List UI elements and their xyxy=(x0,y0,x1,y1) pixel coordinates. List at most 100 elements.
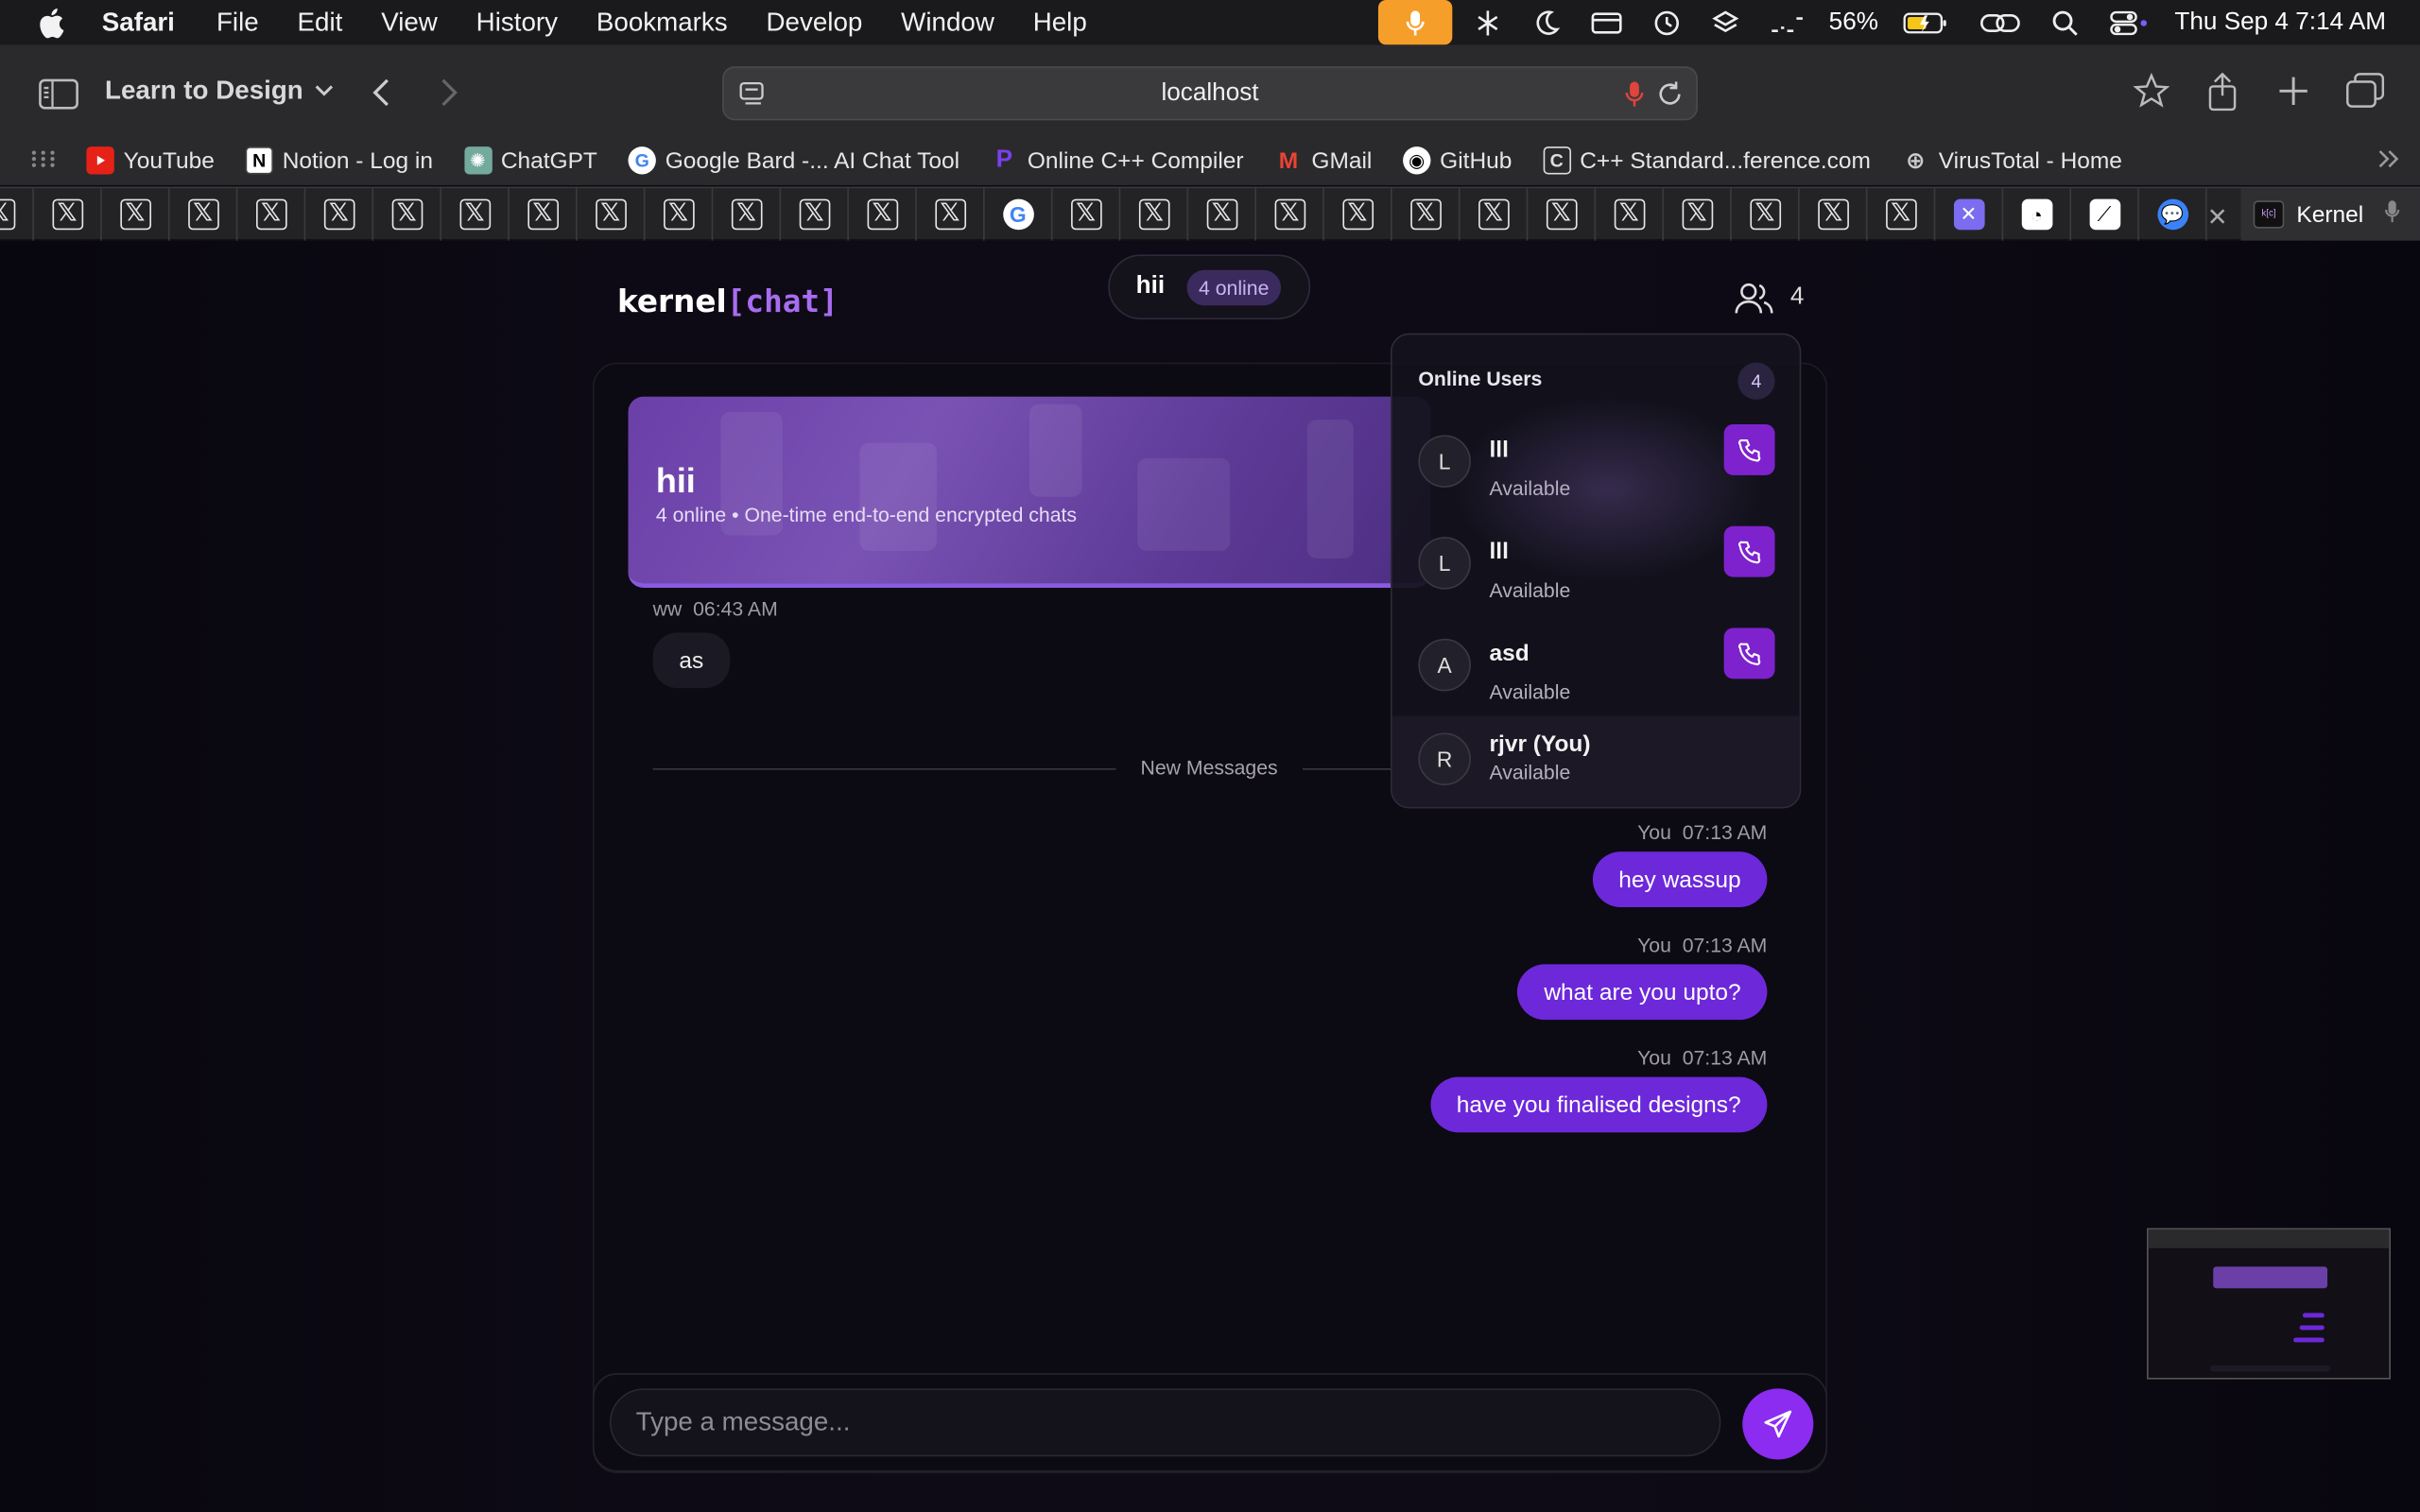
bookmark-cpp-compiler[interactable]: P Online C++ Compiler xyxy=(991,146,1244,174)
microphone-indicator-icon[interactable] xyxy=(1377,0,1453,45)
tab-x[interactable]: 𝕏 xyxy=(1392,188,1461,241)
tab-group-selector[interactable]: Learn to Design xyxy=(105,76,334,107)
bookmark-star-icon[interactable] xyxy=(2133,72,2170,121)
tab-x[interactable]: 𝕏 xyxy=(305,188,374,241)
night-shift-icon[interactable] xyxy=(1532,9,1561,36)
tab-x[interactable]: 𝕏 xyxy=(0,188,34,241)
tab-x[interactable]: 𝕏 xyxy=(373,188,441,241)
room-indicator[interactable]: hii 4 online xyxy=(1108,254,1311,319)
tab-x[interactable]: 𝕏 xyxy=(1460,188,1529,241)
menu-window[interactable]: Window xyxy=(901,7,994,38)
reload-icon[interactable] xyxy=(1656,80,1684,116)
share-icon[interactable] xyxy=(2204,72,2240,121)
user-row[interactable]: L lll Available xyxy=(1392,515,1800,610)
tab-x[interactable]: 𝕏 xyxy=(1596,188,1664,241)
tab-x[interactable]: 𝕏 xyxy=(1528,188,1597,241)
x-logo-icon: 𝕏 xyxy=(1749,198,1781,231)
tab-x[interactable]: 𝕏 xyxy=(1664,188,1732,241)
raycast-icon[interactable] xyxy=(1474,9,1501,36)
bookmark-notion[interactable]: N Notion - Log in xyxy=(245,146,433,175)
user-row[interactable]: L lll Available xyxy=(1392,414,1800,509)
tab-x[interactable]: 𝕏 xyxy=(1800,188,1868,241)
time-machine-icon[interactable] xyxy=(1653,9,1681,36)
bookmark-github[interactable]: ◉ GitHub xyxy=(1403,146,1512,175)
tab-x[interactable]: 𝕏 xyxy=(237,188,306,241)
forward-icon[interactable] xyxy=(439,77,460,116)
bookmark-chatgpt[interactable]: ✺ ChatGPT xyxy=(463,146,597,175)
phone-icon xyxy=(1737,540,1760,563)
more-bookmarks-chevron-icon[interactable] xyxy=(2377,148,2401,176)
tab-x[interactable]: 𝕏 xyxy=(578,188,646,241)
tab-app[interactable]: ◔ xyxy=(2003,188,2072,241)
menu-view[interactable]: View xyxy=(381,7,438,38)
tab-tool[interactable]: ✕ xyxy=(1935,188,2004,241)
user-row[interactable]: A asd Available xyxy=(1392,617,1800,713)
microphone-icon[interactable] xyxy=(1625,80,1644,116)
link-icon[interactable] xyxy=(1980,10,2020,35)
tab-x[interactable]: 𝕏 xyxy=(1052,188,1121,241)
menu-file[interactable]: File xyxy=(216,7,259,38)
close-tab-icon[interactable]: ✕ xyxy=(2207,202,2228,233)
battery-icon[interactable] xyxy=(1903,11,1949,33)
tab-x[interactable]: 𝕏 xyxy=(781,188,849,241)
x-logo-icon: 𝕏 xyxy=(1070,198,1101,231)
tab-x[interactable]: 𝕏 xyxy=(849,188,917,241)
tab-x[interactable]: 𝕏 xyxy=(917,188,985,241)
menu-edit[interactable]: Edit xyxy=(298,7,343,38)
menu-history[interactable]: History xyxy=(476,7,558,38)
call-button[interactable] xyxy=(1723,423,1775,475)
tab-x[interactable]: 𝕏 xyxy=(1324,188,1392,241)
x-logo-icon: 𝕏 xyxy=(798,198,830,231)
apps-grid-icon[interactable] xyxy=(31,147,56,174)
url-text[interactable]: localhost xyxy=(724,80,1697,108)
room-banner: hii 4 online • One-time end-to-end encry… xyxy=(628,396,1431,589)
bookmark-cppreference[interactable]: C C++ Standard...ference.com xyxy=(1543,146,1871,175)
address-bar[interactable]: localhost xyxy=(722,66,1698,121)
activity-icon[interactable] xyxy=(1771,11,1805,33)
tab-x[interactable]: 𝕏 xyxy=(170,188,238,241)
tab-x[interactable]: 𝕏 xyxy=(34,188,102,241)
clock[interactable]: Thu Sep 4 7:14 AM xyxy=(2174,9,2386,36)
clapper-icon[interactable] xyxy=(1591,10,1622,35)
tab-x[interactable]: 𝕏 xyxy=(713,188,782,241)
layers-icon[interactable] xyxy=(1712,9,1739,36)
tab-x[interactable]: 𝕏 xyxy=(645,188,714,241)
menu-develop[interactable]: Develop xyxy=(767,7,863,38)
spotlight-search-icon[interactable] xyxy=(2051,9,2079,36)
microphone-icon[interactable] xyxy=(2385,199,2400,231)
tab-x[interactable]: 𝕏 xyxy=(1120,188,1189,241)
tab-x[interactable]: 𝕏 xyxy=(441,188,510,241)
menu-help[interactable]: Help xyxy=(1033,7,1087,38)
tab-x[interactable]: 𝕏 xyxy=(1188,188,1256,241)
app-logo[interactable]: kernel[chat] xyxy=(617,283,838,319)
call-button[interactable] xyxy=(1723,525,1775,577)
screenshot-thumbnail[interactable] xyxy=(2147,1228,2391,1380)
call-button[interactable] xyxy=(1723,627,1775,679)
send-button[interactable] xyxy=(1742,1388,1814,1460)
apple-icon[interactable] xyxy=(37,7,68,38)
user-row-self[interactable]: R rjvr (You) Available xyxy=(1392,715,1800,807)
tab-overview-icon[interactable] xyxy=(2346,73,2386,121)
bookmark-virustotal[interactable]: ⊕ VirusTotal - Home xyxy=(1902,146,2122,175)
menu-bookmarks[interactable]: Bookmarks xyxy=(596,7,728,38)
back-icon[interactable] xyxy=(371,77,392,116)
tab-x[interactable]: 𝕏 xyxy=(1868,188,1936,241)
tab-kernel-active[interactable]: k[c] Kernel xyxy=(2240,188,2420,241)
bookmark-youtube[interactable]: YouTube xyxy=(86,146,215,175)
bookmark-gmail[interactable]: M GMail xyxy=(1274,146,1373,174)
control-center-icon[interactable] xyxy=(2110,9,2150,36)
tab-x[interactable]: 𝕏 xyxy=(1732,188,1800,241)
online-users-button[interactable]: 4 xyxy=(1735,281,1804,315)
tab-app[interactable]: 💬 xyxy=(2139,188,2207,241)
message-input[interactable]: Type a message... xyxy=(609,1388,1721,1457)
tab-app[interactable]: ⟋ xyxy=(2071,188,2139,241)
tab-google[interactable]: G xyxy=(985,188,1053,241)
new-tab-icon[interactable] xyxy=(2275,73,2312,121)
tab-x[interactable]: 𝕏 xyxy=(510,188,578,241)
sidebar-toggle-icon[interactable] xyxy=(39,78,78,117)
tab-x[interactable]: 𝕏 xyxy=(1256,188,1324,241)
tab-x[interactable]: 𝕏 xyxy=(102,188,170,241)
bookmark-google-bard[interactable]: G Google Bard -... AI Chat Tool xyxy=(628,146,959,175)
x-logo-icon: 𝕏 xyxy=(934,198,966,231)
menu-app[interactable]: Safari xyxy=(102,7,175,38)
